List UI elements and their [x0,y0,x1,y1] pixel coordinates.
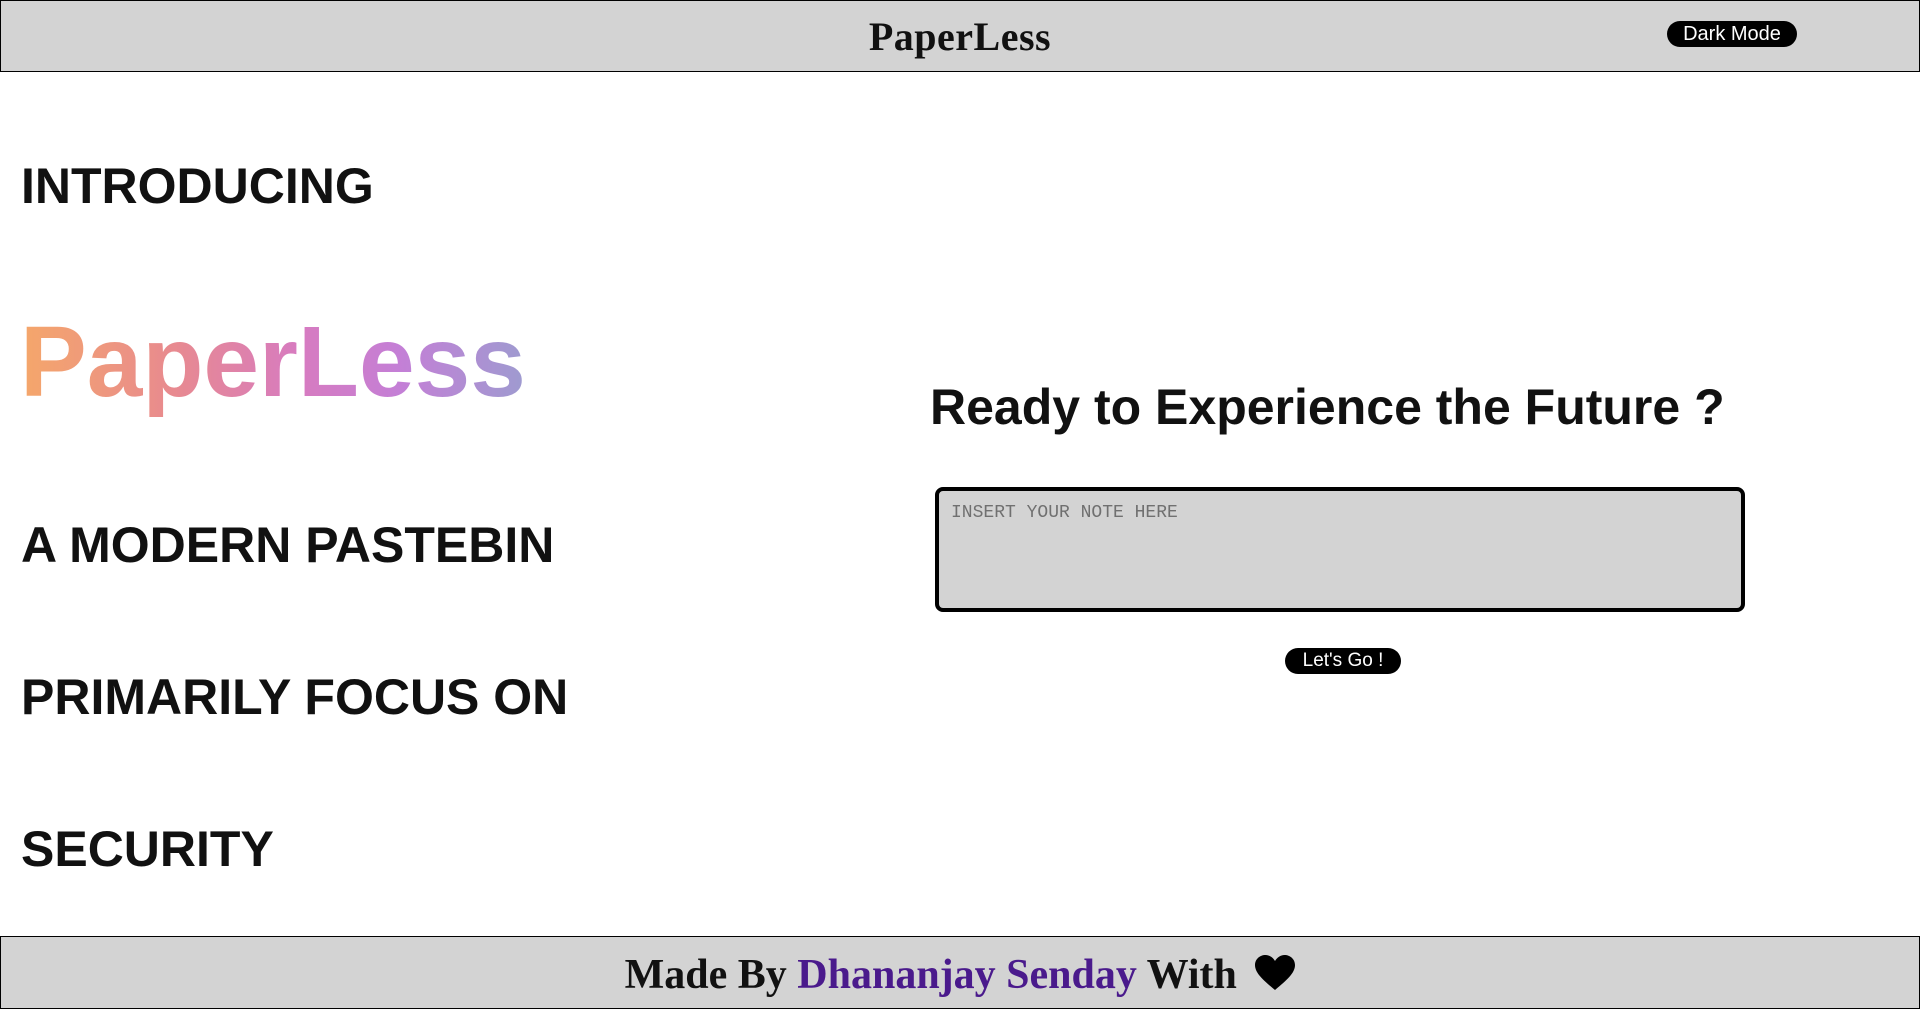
footer: Made By Dhananjay Senday With [0,936,1920,1009]
dark-mode-toggle-button[interactable]: Dark Mode [1667,21,1797,47]
focus-heading: PRIMARILY FOCUS ON [21,669,569,725]
heart-icon [1255,954,1296,1002]
footer-made-by: Made By [624,952,787,998]
brand-logo-text: PaperLess [20,306,526,418]
page: PaperLess Dark Mode INTRODUCING PaperLes… [0,0,1920,1009]
top-navbar: PaperLess Dark Mode [0,0,1920,72]
introducing-heading: INTRODUCING [21,158,374,214]
note-input[interactable] [935,487,1745,612]
footer-with: With [1146,952,1237,998]
site-title: PaperLess [868,14,1052,59]
footer-credit: Made By Dhananjay Senday With [1,951,1919,1002]
security-heading: SECURITY [21,821,274,877]
tagline-heading: A MODERN PASTEBIN [21,517,555,573]
lets-go-button[interactable]: Let's Go ! [1285,648,1401,674]
footer-author-link[interactable]: Dhananjay Senday [797,952,1137,998]
ready-heading: Ready to Experience the Future ? [930,379,1725,435]
